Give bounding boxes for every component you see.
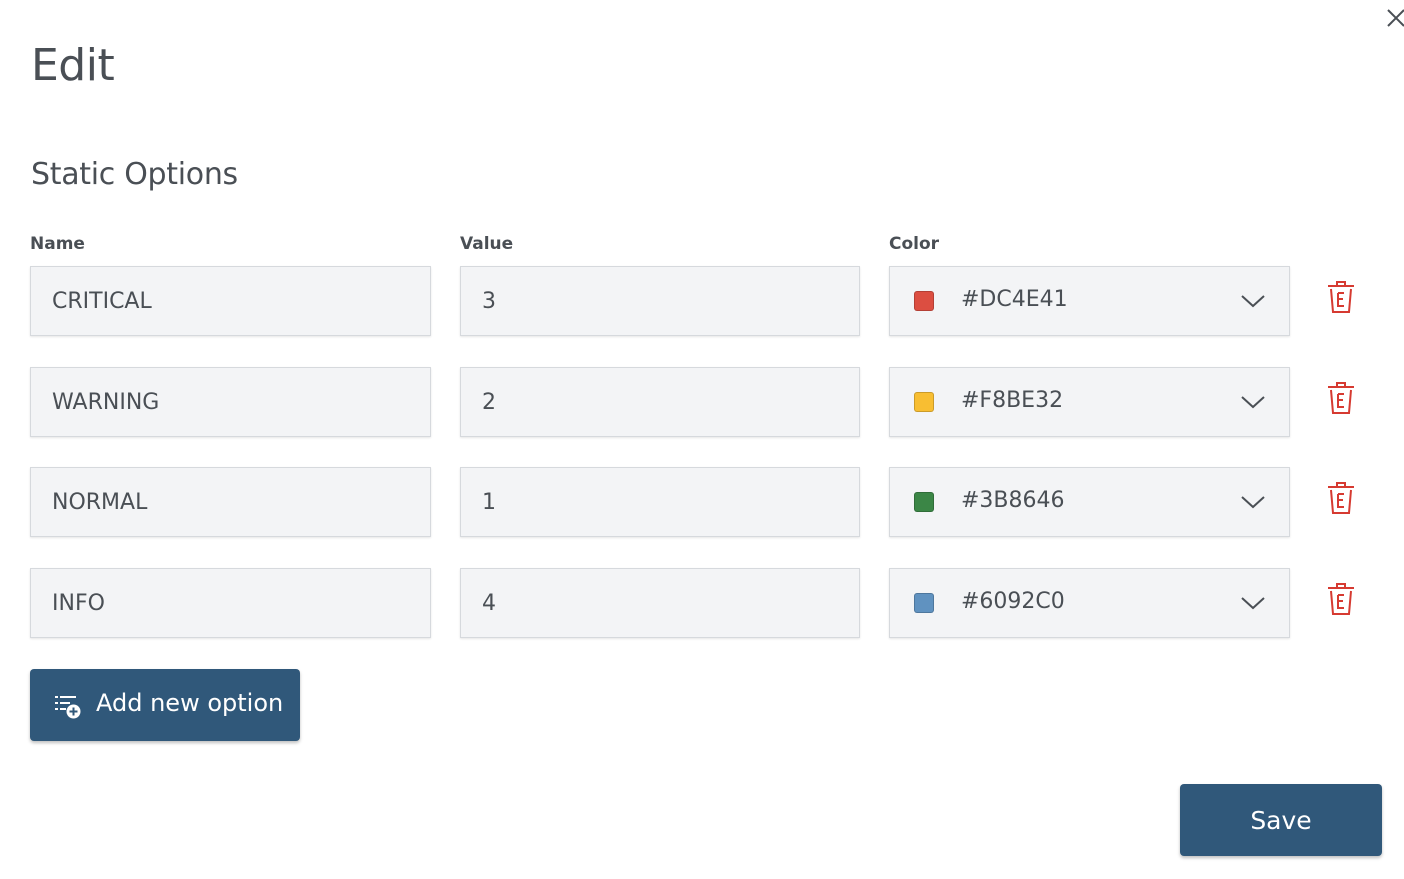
chevron-down-icon — [1241, 295, 1265, 308]
option-value-input[interactable] — [460, 266, 860, 336]
color-swatch — [914, 291, 934, 311]
option-row: #F8BE32 — [0, 367, 1404, 439]
option-value-input[interactable] — [460, 367, 860, 437]
option-name-input[interactable] — [30, 266, 431, 336]
option-name-input[interactable] — [30, 568, 431, 638]
save-button[interactable]: Save — [1180, 784, 1382, 856]
page-title: Edit — [31, 40, 115, 91]
edit-dialog: Edit Static Options Name Value Color #DC… — [0, 0, 1404, 879]
color-value: #6092C0 — [961, 589, 1065, 614]
option-value-input[interactable] — [460, 467, 860, 537]
option-name-input[interactable] — [30, 467, 431, 537]
color-value: #DC4E41 — [961, 287, 1068, 312]
option-value-input[interactable] — [460, 568, 860, 638]
add-new-option-button[interactable]: Add new option — [30, 669, 300, 741]
option-color-select[interactable]: #DC4E41 — [889, 266, 1290, 336]
option-color-select[interactable]: #6092C0 — [889, 568, 1290, 638]
add-new-option-label: Add new option — [96, 689, 284, 717]
column-header-color: Color — [889, 234, 940, 254]
option-color-select[interactable]: #F8BE32 — [889, 367, 1290, 437]
option-row: #6092C0 — [0, 568, 1404, 640]
chevron-down-icon — [1241, 496, 1265, 509]
color-swatch — [914, 492, 934, 512]
column-header-value: Value — [460, 234, 514, 254]
option-row: #3B8646 — [0, 467, 1404, 539]
trash-icon[interactable] — [1323, 480, 1359, 516]
color-swatch — [914, 392, 934, 412]
color-value: #3B8646 — [961, 488, 1065, 513]
option-color-select[interactable]: #3B8646 — [889, 467, 1290, 537]
section-title: Static Options — [31, 157, 238, 192]
trash-icon[interactable] — [1323, 279, 1359, 315]
add-list-icon — [55, 696, 81, 719]
option-name-input[interactable] — [30, 367, 431, 437]
option-row: #DC4E41 — [0, 266, 1404, 338]
column-header-name: Name — [30, 234, 85, 254]
chevron-down-icon — [1241, 396, 1265, 409]
chevron-down-icon — [1241, 597, 1265, 610]
color-swatch — [914, 593, 934, 613]
trash-icon[interactable] — [1323, 581, 1359, 617]
trash-icon[interactable] — [1323, 380, 1359, 416]
color-value: #F8BE32 — [961, 388, 1064, 413]
close-icon[interactable] — [1384, 6, 1404, 30]
